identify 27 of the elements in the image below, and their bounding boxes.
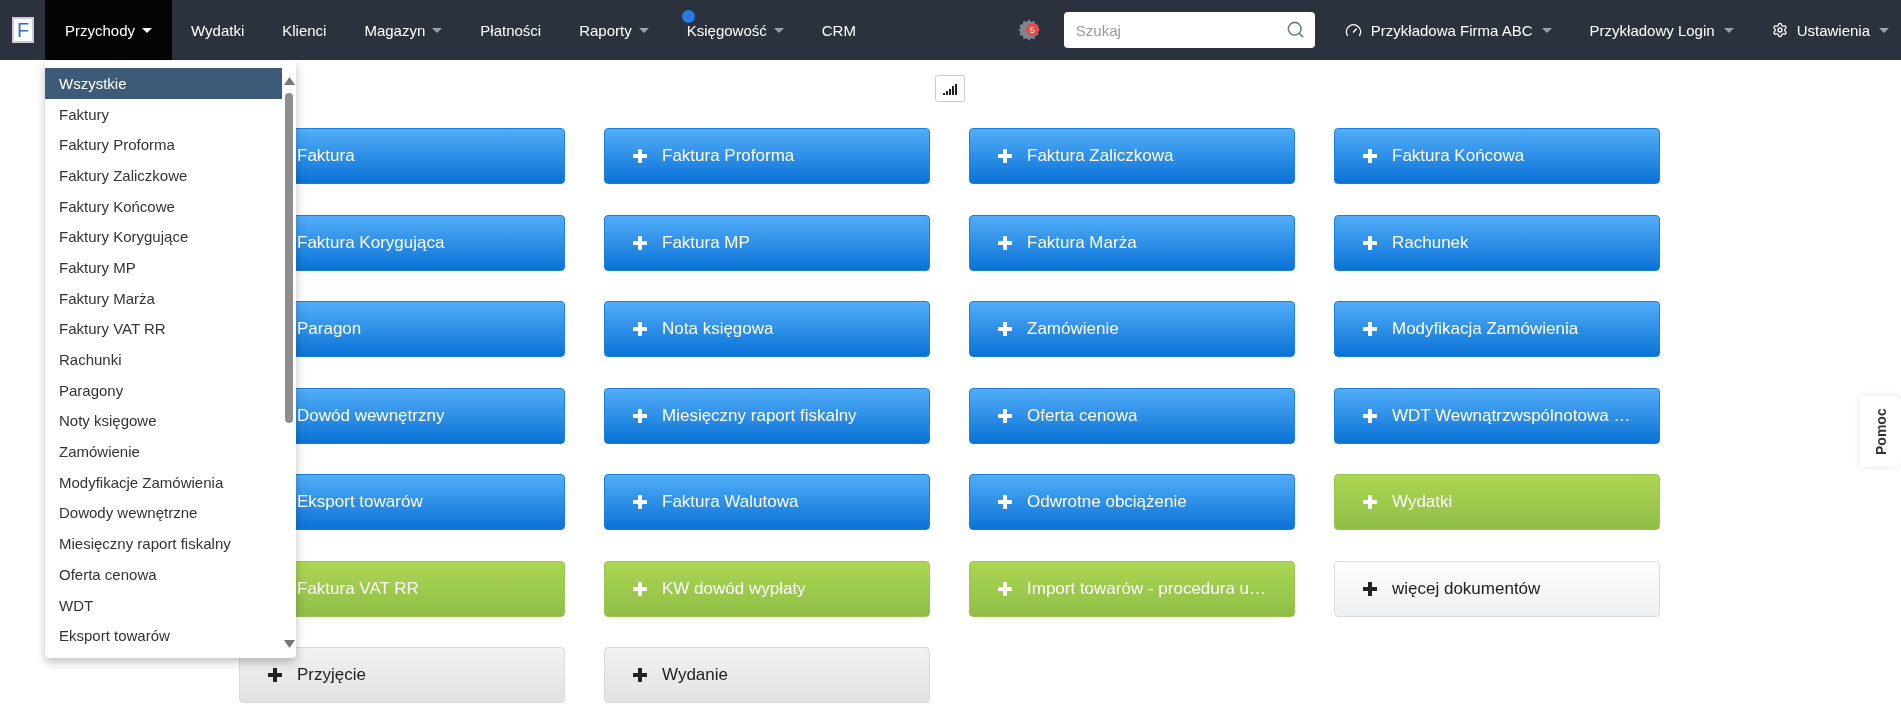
help-tab[interactable]: Pomoc bbox=[1860, 396, 1901, 467]
new-document-button[interactable]: Przyjęcie bbox=[239, 647, 565, 703]
menu-item[interactable]: Faktury bbox=[45, 98, 282, 130]
account-menu[interactable]: Ustawienia bbox=[1771, 21, 1889, 39]
nav-menu-item[interactable]: CRM bbox=[802, 0, 875, 60]
signal-bars-icon bbox=[943, 84, 957, 95]
settings-icon bbox=[1771, 22, 1788, 38]
new-document-button[interactable]: więcej dokumentów bbox=[1334, 560, 1660, 617]
nav-menu-item[interactable]: Raporty bbox=[560, 0, 668, 60]
account-menu[interactable]: Przykładowa Firma ABC bbox=[1344, 21, 1552, 39]
nav-menu-item[interactable]: Przychody bbox=[45, 0, 173, 60]
chart-toggle-button[interactable] bbox=[935, 75, 965, 102]
search-icon[interactable] bbox=[1285, 20, 1305, 39]
scroll-up-icon[interactable] bbox=[283, 77, 295, 85]
menu-item[interactable]: Wszystkie bbox=[45, 68, 282, 99]
scrollbar-thumb[interactable] bbox=[285, 93, 293, 423]
app-logo[interactable]: F bbox=[12, 17, 34, 43]
new-document-button[interactable]: Wydanie bbox=[604, 647, 930, 703]
nav-menu-item[interactable]: Magazyn bbox=[345, 0, 462, 60]
nav-menu-item[interactable]: Klienci bbox=[263, 0, 346, 60]
nav-menu-item[interactable]: Wydatki bbox=[172, 0, 264, 60]
nav-menu-item[interactable]: Księgowość bbox=[667, 0, 803, 60]
search-field[interactable]: Szukaj bbox=[1063, 12, 1315, 48]
nav-menu-item[interactable]: Płatności bbox=[461, 0, 561, 60]
account-menu[interactable]: Przykładowy Login bbox=[1589, 21, 1734, 39]
dashboard-icon bbox=[1344, 21, 1362, 39]
menu-item[interactable]: Miesięczny raport fiskalny bbox=[45, 528, 282, 559]
